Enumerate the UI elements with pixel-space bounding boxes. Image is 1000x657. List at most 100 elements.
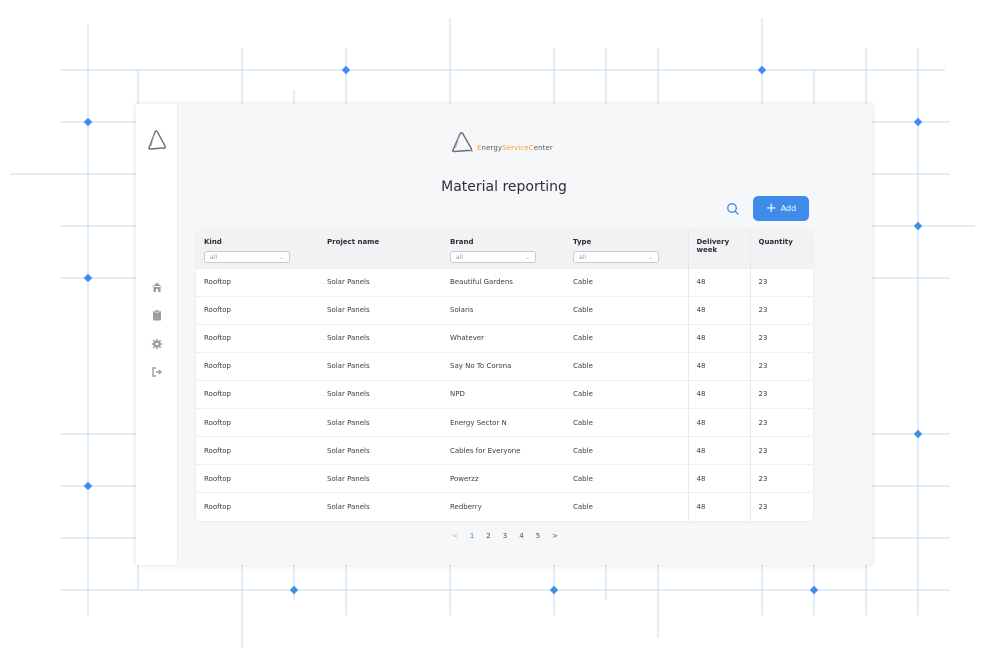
column-header-delivery-week: Delivery week	[687, 229, 750, 268]
cell-kind: Rooftop	[204, 474, 231, 483]
cell-kind: Rooftop	[204, 278, 231, 287]
table-row[interactable]: Rooftop Solar Panels Redberry Cable 48 23	[196, 492, 813, 521]
brand-logo-icon	[451, 132, 473, 153]
cell-delivery-week: 48	[687, 380, 750, 409]
table-row[interactable]: Rooftop Solar Panels Say No To Corona Cable…	[196, 352, 813, 381]
cell-kind: Rooftop	[204, 418, 231, 427]
chevron-down-icon: ⌄	[647, 253, 653, 261]
pagination: < 1 2 3 4 5 >	[136, 532, 872, 540]
cell-project-name: Solar Panels	[327, 503, 370, 512]
cell-delivery-week: 48	[687, 464, 750, 493]
column-header-project-name: Project name	[327, 238, 380, 246]
cell-quantity: 23	[749, 436, 813, 465]
brand-logo: EnergyServiceCenter	[449, 130, 553, 154]
page-button-1[interactable]: 1	[470, 532, 474, 540]
column-header-kind: Kind all ⌄	[196, 229, 319, 268]
logout-icon[interactable]	[150, 365, 164, 379]
cell-quantity: 23	[749, 464, 813, 493]
cell-quantity: 23	[749, 492, 813, 521]
brand-name: EnergyServiceCenter	[477, 144, 553, 152]
table-row[interactable]: Rooftop Solar Panels Cables for Everyone Ca…	[196, 436, 813, 465]
plus-icon: +	[765, 200, 777, 216]
table-row[interactable]: Rooftop Solar Panels Whatever Cable 48 23	[196, 324, 813, 353]
page-button-3[interactable]: 3	[503, 532, 507, 540]
cell-type: Cable	[573, 334, 593, 343]
cell-type: Cable	[573, 474, 593, 483]
cell-brand: Beautiful Gardens	[450, 278, 513, 287]
app-window: EnergyServiceCenter Material reporting +…	[136, 104, 872, 565]
cell-delivery-week: 48	[687, 352, 750, 381]
column-header-brand: Brand all ⌄	[442, 229, 565, 268]
add-button-label: Add	[780, 204, 797, 213]
cell-type: Cable	[573, 446, 593, 455]
material-table: Kind all ⌄ Project name Brand all ⌄ Type a…	[196, 229, 813, 521]
brand-filter-select[interactable]: all ⌄	[450, 251, 536, 263]
page-button-2[interactable]: 2	[486, 532, 490, 540]
type-filter-select[interactable]: all ⌄	[573, 251, 659, 263]
home-icon[interactable]	[150, 280, 164, 294]
cell-quantity: 23	[749, 296, 813, 325]
kind-filter-select[interactable]: all ⌄	[204, 251, 290, 263]
add-button[interactable]: + Add	[753, 196, 809, 221]
cell-delivery-week: 48	[687, 436, 750, 465]
cell-kind: Rooftop	[204, 503, 231, 512]
cell-brand: Say No To Corona	[450, 362, 512, 371]
table-row[interactable]: Rooftop Solar Panels Solaris Cable 48 23	[196, 296, 813, 325]
cell-type: Cable	[573, 503, 593, 512]
page-button-4[interactable]: 4	[519, 532, 523, 540]
cell-quantity: 23	[749, 380, 813, 409]
cell-delivery-week: 48	[687, 296, 750, 325]
cell-type: Cable	[573, 306, 593, 315]
cell-quantity: 23	[749, 408, 813, 437]
cell-brand: Powerzz	[450, 474, 479, 483]
page-button-5[interactable]: 5	[536, 532, 540, 540]
cell-kind: Rooftop	[204, 334, 231, 343]
cell-type: Cable	[573, 278, 593, 287]
cell-project-name: Solar Panels	[327, 362, 370, 371]
cell-brand: Whatever	[450, 334, 485, 343]
cell-brand: NPD	[450, 390, 465, 399]
cell-kind: Rooftop	[204, 306, 231, 315]
cell-brand: Solaris	[450, 306, 474, 315]
cell-project-name: Solar Panels	[327, 474, 370, 483]
cell-quantity: 23	[749, 352, 813, 381]
column-header-quantity: Quantity	[749, 229, 813, 268]
cell-kind: Rooftop	[204, 362, 231, 371]
cell-quantity: 23	[749, 268, 813, 297]
cell-project-name: Solar Panels	[327, 334, 370, 343]
cell-delivery-week: 48	[687, 324, 750, 353]
column-header-type: Type all ⌄	[565, 229, 688, 268]
table-row[interactable]: Rooftop Solar Panels Powerzz Cable 48 23	[196, 464, 813, 493]
search-icon[interactable]	[724, 200, 742, 218]
table-row[interactable]: Rooftop Solar Panels Beautiful Gardens Cabl…	[196, 268, 813, 297]
cell-brand: Energy Sector N	[450, 418, 507, 427]
gear-icon[interactable]	[150, 337, 164, 351]
cell-brand: Redberry	[450, 503, 482, 512]
chevron-down-icon: ⌄	[278, 253, 284, 261]
cell-delivery-week: 48	[687, 268, 750, 297]
page-title: Material reporting	[441, 179, 567, 195]
cell-project-name: Solar Panels	[327, 306, 370, 315]
clipboard-icon[interactable]	[150, 308, 164, 322]
app-logo-icon[interactable]	[146, 128, 168, 152]
cell-kind: Rooftop	[204, 446, 231, 455]
table-header-row: Kind all ⌄ Project name Brand all ⌄ Type a…	[196, 229, 813, 268]
cell-brand: Cables for Everyone	[450, 446, 521, 455]
cell-kind: Rooftop	[204, 390, 231, 399]
table-row[interactable]: Rooftop Solar Panels Energy Sector N Cable 4…	[196, 408, 813, 437]
cell-delivery-week: 48	[687, 492, 750, 521]
cell-type: Cable	[573, 362, 593, 371]
cell-type: Cable	[573, 390, 593, 399]
cell-project-name: Solar Panels	[327, 418, 370, 427]
cell-delivery-week: 48	[687, 408, 750, 437]
sidebar	[136, 104, 178, 565]
next-page-button[interactable]: >	[552, 532, 558, 540]
prev-page-button[interactable]: <	[452, 532, 458, 540]
cell-project-name: Solar Panels	[327, 278, 370, 287]
cell-quantity: 23	[749, 324, 813, 353]
table-row[interactable]: Rooftop Solar Panels NPD Cable 48 23	[196, 380, 813, 409]
chevron-down-icon: ⌄	[524, 253, 530, 261]
cell-project-name: Solar Panels	[327, 390, 370, 399]
cell-project-name: Solar Panels	[327, 446, 370, 455]
cell-type: Cable	[573, 418, 593, 427]
